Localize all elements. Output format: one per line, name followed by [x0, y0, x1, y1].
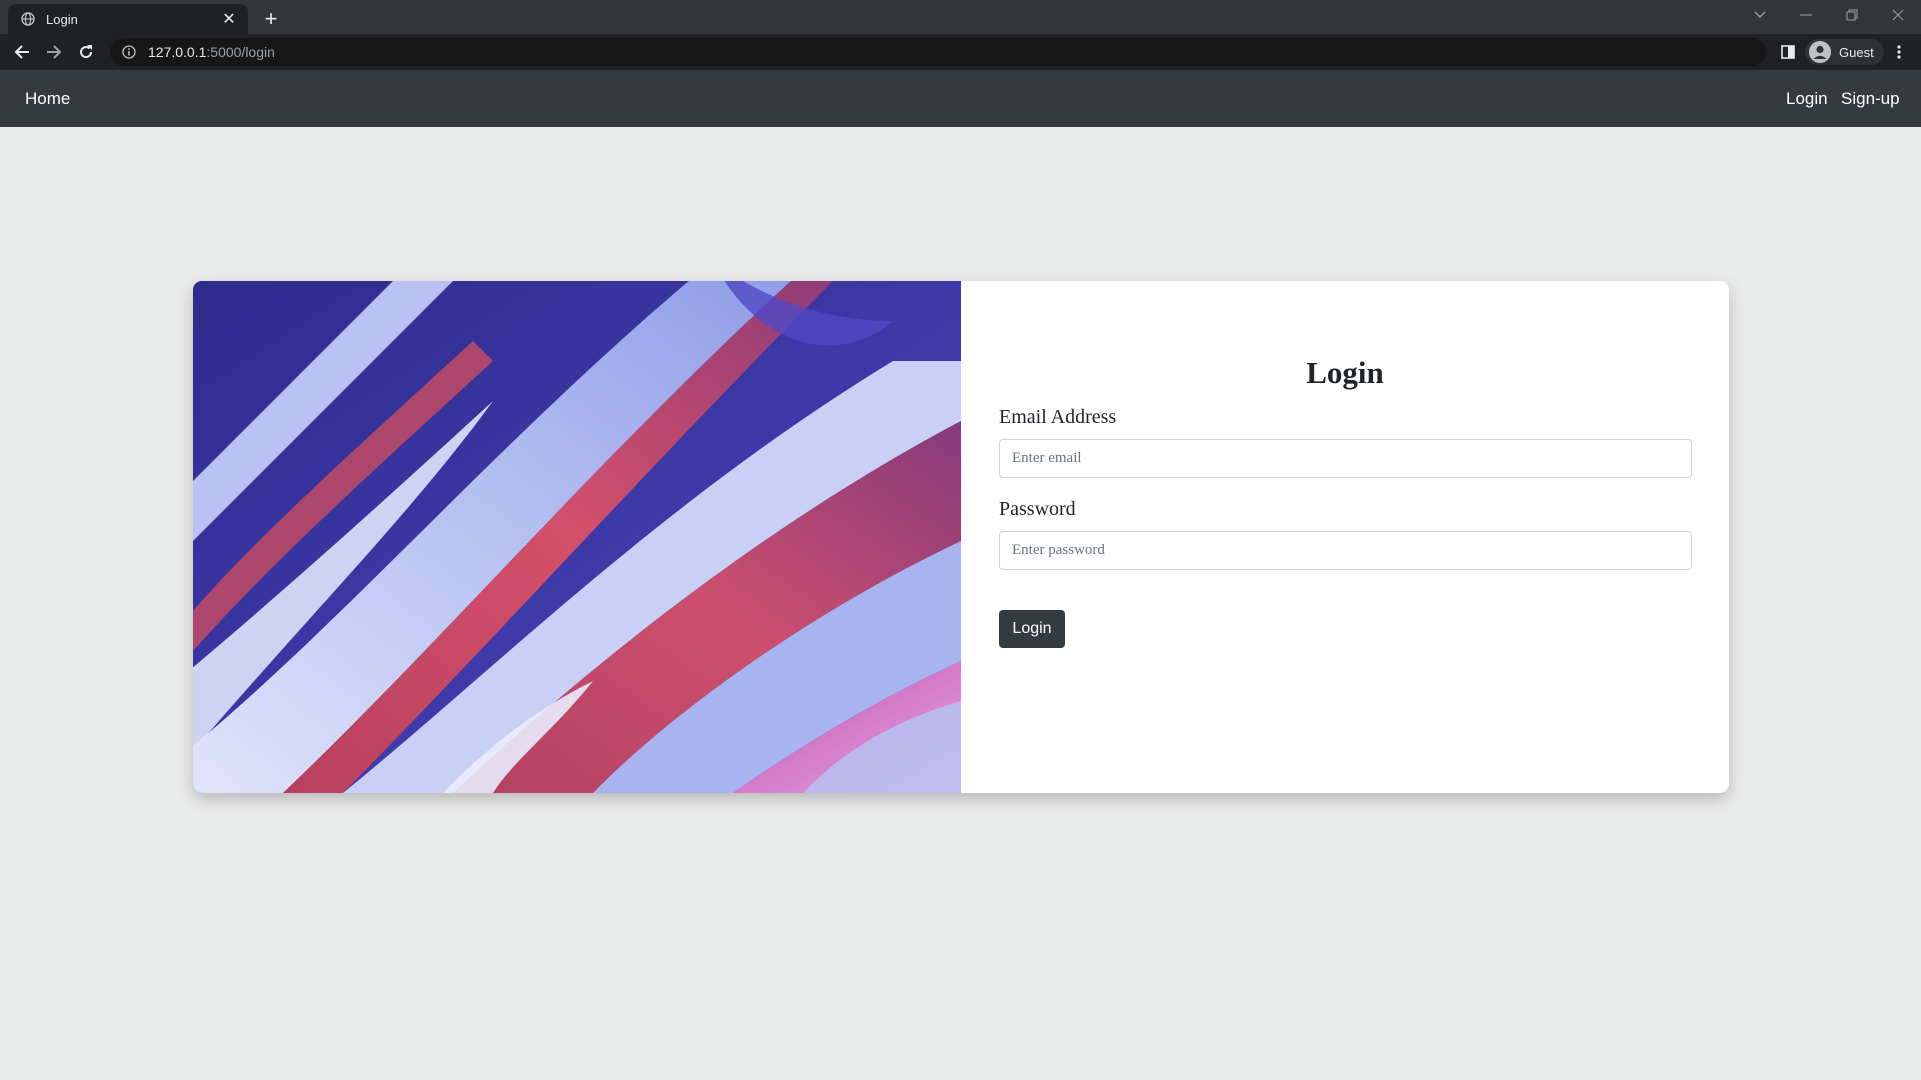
- browser-tabstrip: Login ✕ +: [0, 0, 1921, 34]
- reload-icon[interactable]: [72, 38, 100, 66]
- login-form: Login Email Address Password Login: [961, 281, 1729, 793]
- globe-icon: [20, 11, 36, 27]
- side-panel-icon[interactable]: [1774, 38, 1802, 66]
- forward-arrow-icon[interactable]: [40, 38, 68, 66]
- address-bar[interactable]: 127.0.0.1:5000/login: [110, 38, 1766, 66]
- avatar-icon: [1809, 41, 1831, 63]
- minimize-icon[interactable]: [1783, 0, 1829, 30]
- tab-search-icon[interactable]: [1737, 0, 1783, 30]
- password-field[interactable]: [999, 531, 1692, 570]
- new-tab-icon[interactable]: +: [258, 6, 284, 32]
- profile-label: Guest: [1839, 44, 1874, 60]
- browser-toolbar: 127.0.0.1:5000/login Guest: [0, 34, 1921, 70]
- url-host: 127.0.0.1: [148, 44, 207, 60]
- email-field[interactable]: [999, 439, 1692, 478]
- site-info-icon[interactable]: [120, 43, 138, 61]
- nav-signup-link[interactable]: Sign-up: [1841, 89, 1900, 109]
- email-label: Email Address: [999, 406, 1117, 428]
- browser-tab[interactable]: Login ✕: [8, 4, 248, 34]
- url-path: :5000/login: [206, 44, 275, 60]
- password-label: Password: [999, 498, 1076, 520]
- back-arrow-icon[interactable]: [8, 38, 36, 66]
- nav-login-link[interactable]: Login: [1786, 89, 1828, 109]
- profile-button[interactable]: Guest: [1805, 39, 1884, 65]
- site-navbar: Home Login Sign-up: [0, 70, 1921, 127]
- login-submit-button[interactable]: Login: [999, 610, 1065, 648]
- nav-home-link[interactable]: Home: [25, 89, 70, 109]
- tab-title: Login: [46, 11, 78, 27]
- abstract-artwork-image: [193, 281, 961, 793]
- close-tab-icon[interactable]: ✕: [220, 10, 238, 28]
- kebab-menu-icon[interactable]: [1887, 38, 1911, 66]
- login-title: Login: [1306, 355, 1384, 390]
- restore-icon[interactable]: [1829, 0, 1875, 30]
- login-card: Login Email Address Password Login: [193, 281, 1729, 793]
- close-window-icon[interactable]: [1875, 0, 1921, 30]
